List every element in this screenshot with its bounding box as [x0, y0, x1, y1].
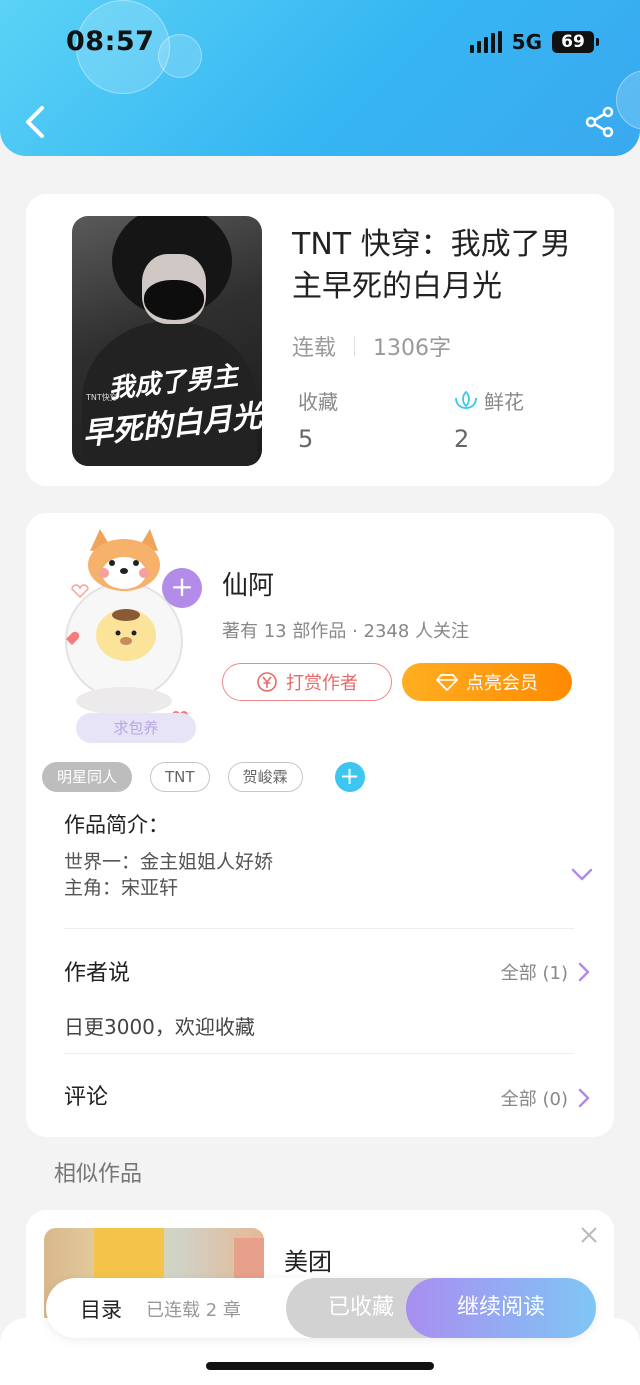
add-tag-icon[interactable]: +: [334, 762, 365, 792]
network-type: 5G: [511, 30, 542, 54]
yuan-icon: [257, 672, 277, 692]
favorites-label: 收藏: [298, 390, 338, 414]
continue-reading-button[interactable]: 继续阅读: [406, 1278, 596, 1338]
decor-bubble: [158, 34, 202, 78]
favorites-value: 5: [298, 425, 314, 453]
book-status: 连载: [292, 336, 337, 361]
decor-bubble: [616, 70, 640, 130]
tag-item[interactable]: TNT: [150, 762, 210, 792]
flowers-label: 鲜花: [484, 390, 524, 414]
intro-text: 世界一：金主姐姐人好娇 主角：宋亚轩: [64, 851, 274, 899]
author-info: 著有 13 部作品 · 2348 人关注: [222, 621, 470, 642]
signal-icon: [469, 31, 502, 53]
comments-all-link[interactable]: 全部 (0): [501, 1085, 590, 1111]
chapter-count: 已连载 2 章: [146, 1300, 241, 1321]
flowers-value: 2: [454, 425, 470, 453]
battery-level: 69: [561, 32, 585, 52]
chevron-down-icon[interactable]: [570, 867, 594, 883]
bottom-action-bar: 目录 已连载 2 章 已收藏 继续阅读: [46, 1278, 596, 1338]
close-icon[interactable]: [580, 1226, 598, 1244]
tag-item[interactable]: 明星同人: [42, 762, 133, 792]
reward-author-label: 打赏作者: [286, 673, 358, 694]
home-indicator: [206, 1362, 434, 1370]
author-says-all-label: 全部 (1): [500, 963, 568, 984]
top-header: 08:57 5G 69: [0, 0, 640, 156]
chevron-right-icon: [578, 962, 590, 982]
book-meta: 连载 1306字: [292, 330, 451, 362]
status-icons: 5G 69: [469, 30, 599, 54]
divider: [64, 928, 574, 929]
toc-button[interactable]: 目录: [80, 1294, 122, 1324]
flower-icon: [455, 390, 477, 409]
book-title: TNT 快穿：我成了男主早死的白月光: [292, 227, 571, 304]
reward-author-button[interactable]: 打赏作者: [222, 663, 392, 701]
tag-list: 明星同人 TNT 贺峻霖 +: [42, 762, 365, 792]
book-cover[interactable]: TNT快穿 我成了男主 早死的白月光: [72, 216, 262, 466]
comments-all-label: 全部 (0): [500, 1089, 568, 1110]
battery-icon: 69: [552, 31, 599, 53]
favorites-stat: 收藏 5: [298, 386, 338, 453]
diamond-icon: [436, 674, 458, 691]
intro-title: 作品简介：: [64, 813, 169, 837]
avatar-badge: 求包养: [76, 713, 196, 743]
avatar-illustration: [65, 529, 188, 723]
similar-works-label: 相似作品: [54, 1162, 143, 1187]
avatar[interactable]: + 求包养: [46, 523, 202, 743]
flowers-stat: 鲜花 2: [454, 386, 524, 453]
author-says-title: 作者说: [64, 961, 131, 986]
comments-title: 评论: [64, 1085, 109, 1110]
tag-item[interactable]: 贺峻霖: [227, 762, 303, 792]
author-says-content: 日更3000，欢迎收藏: [64, 1015, 255, 1039]
follow-plus-icon[interactable]: +: [162, 568, 202, 608]
book-info-card: TNT快穿 我成了男主 早死的白月光 TNT 快穿：我成了男主早死的白月光 连载…: [26, 194, 614, 486]
author-name[interactable]: 仙阿: [222, 565, 274, 602]
similar-work-name: 美团: [284, 1248, 332, 1276]
divider: [64, 1053, 574, 1054]
status-time: 08:57: [66, 26, 155, 57]
vip-label: 点亮会员: [466, 673, 538, 694]
chevron-right-icon: [578, 1088, 590, 1108]
author-card: + 求包养 仙阿 著有 13 部作品 · 2348 人关注 打赏作者 点亮会员 …: [26, 513, 614, 1137]
vip-button[interactable]: 点亮会员: [402, 663, 572, 701]
back-icon[interactable]: [22, 104, 52, 140]
share-icon[interactable]: [584, 106, 616, 138]
word-count: 1306字: [373, 336, 452, 361]
author-says-all-link[interactable]: 全部 (1): [501, 959, 590, 985]
